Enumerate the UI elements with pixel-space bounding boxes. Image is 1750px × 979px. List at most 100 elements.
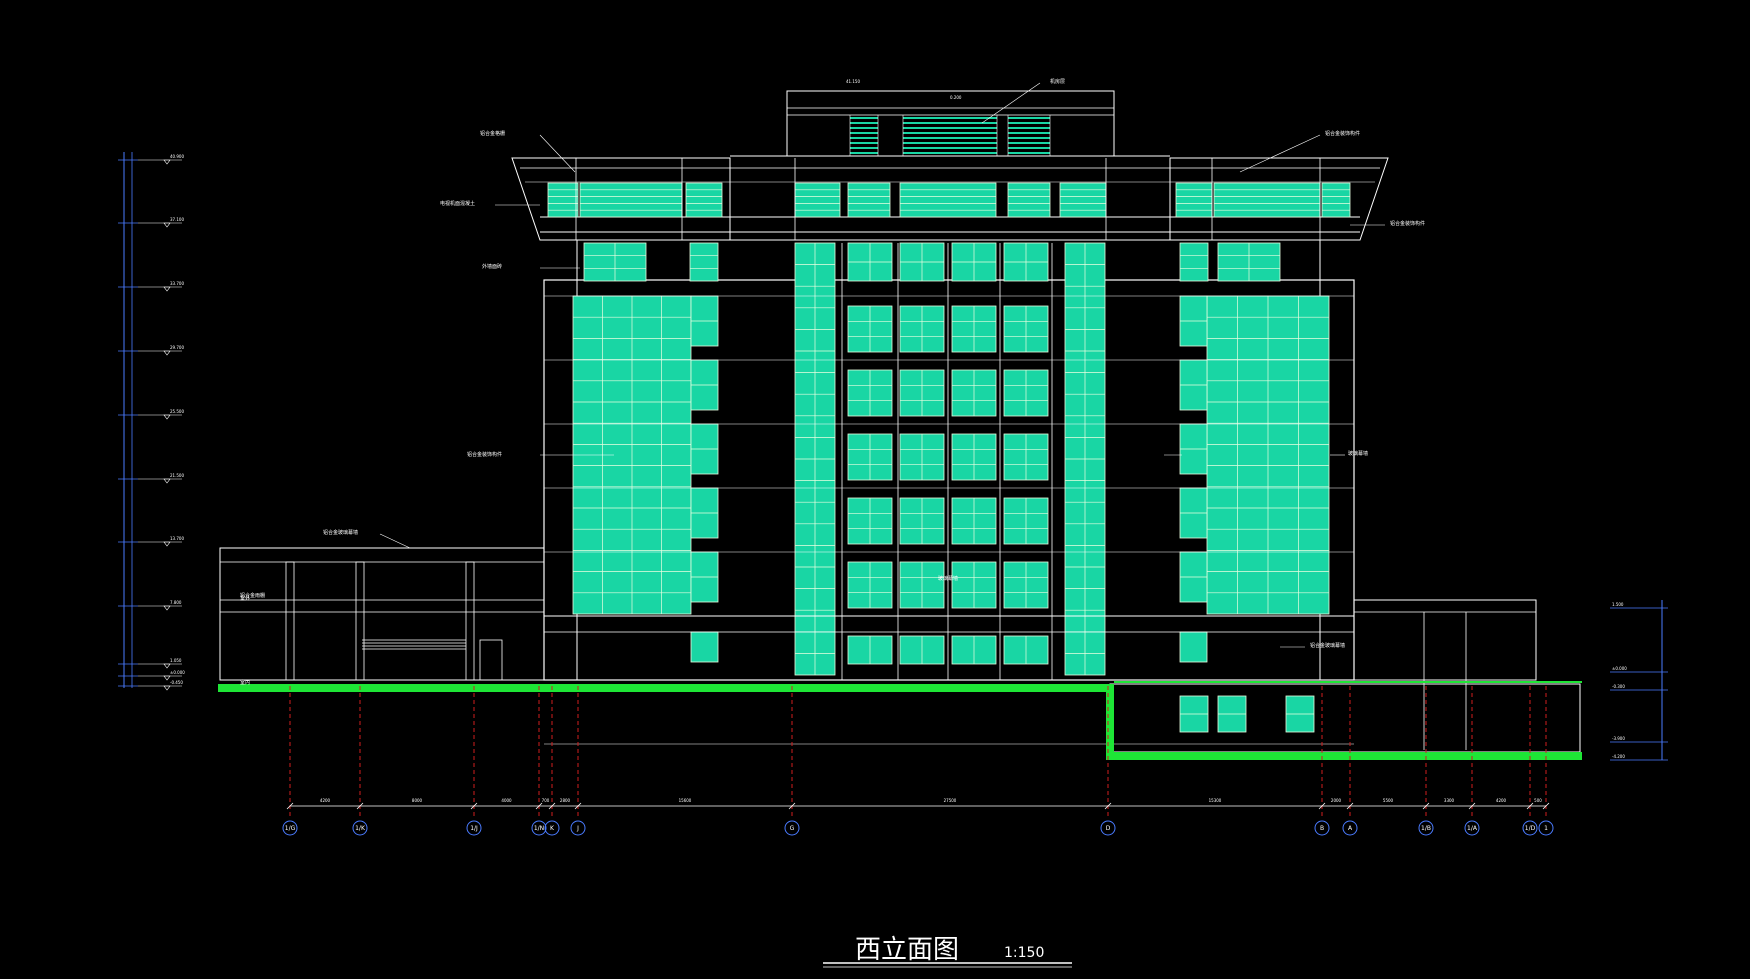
dimension-value: 500	[1534, 798, 1542, 803]
elevation-value: ±0.000	[170, 670, 185, 675]
annotation-left: 电视机面混凝土	[440, 200, 475, 207]
dimension-value: 3300	[1444, 798, 1455, 803]
axis-label: 1/B	[1421, 825, 1431, 832]
podium-column	[465, 561, 475, 681]
annotation-top: 机房层	[1050, 78, 1065, 85]
cad-drawing-canvas: 1/G 1/K 1/J 1/N K J G D B A 1/B 1/A 1/D 1 4200 8000 400…	[118, 78, 1668, 968]
axis-label: A	[1348, 825, 1353, 832]
annotation-floor: 室外	[240, 595, 250, 602]
elevation-value: 25.500	[170, 409, 184, 414]
dimension-value: 27500	[944, 798, 957, 803]
elevation-value: 13.700	[170, 536, 184, 541]
dimension-value: 15600	[679, 798, 692, 803]
elevation-marker	[163, 222, 171, 228]
ground-slab-basement	[1106, 752, 1582, 760]
elevation-value: 37.100	[170, 217, 184, 222]
upper-strip-glass	[1179, 242, 1209, 282]
dimension-value: 4200	[1496, 798, 1507, 803]
elevation-marker	[163, 685, 171, 691]
elevation-value: 33.700	[170, 281, 184, 286]
elevation-marker	[163, 663, 171, 669]
axis-label: 1/G	[285, 825, 296, 832]
grid-axes: 1/G 1/K 1/J 1/N K J G D B A 1/B 1/A 1/D 1	[282, 686, 1554, 836]
elevation-value: -0.300	[1612, 684, 1625, 689]
elevation-marker	[163, 541, 171, 547]
elevation-marker	[163, 350, 171, 356]
elevation-value: -4.200	[1612, 754, 1625, 759]
elevation-value: ±0.000	[1612, 666, 1627, 671]
leader-line	[379, 533, 411, 549]
axis-label: 1/D	[1525, 825, 1536, 832]
dimension-value: 2800	[560, 798, 571, 803]
top-louver-glass	[1321, 182, 1351, 218]
top-louver-glass	[794, 182, 841, 218]
dimension-value: 4000	[501, 798, 512, 803]
top-louver-glass	[899, 182, 997, 218]
leader-line	[1239, 134, 1321, 173]
annotation-top: 0.200	[950, 95, 962, 100]
elevation-value: -3.900	[1612, 736, 1625, 741]
building-elevation	[219, 90, 1581, 753]
axis-label: 1/N	[534, 825, 544, 832]
elevation-value: 7.800	[170, 600, 182, 605]
elevation-value: -0.450	[170, 680, 183, 685]
upper-strip-glass	[689, 242, 719, 282]
elevation-marker	[163, 414, 171, 420]
top-louver-glass	[1007, 182, 1051, 218]
podium-door	[479, 639, 503, 681]
dimension-value: 15300	[1209, 798, 1222, 803]
pier-window	[690, 631, 719, 663]
podium-column	[285, 561, 295, 681]
annotation-left: 铝合金玻璃幕墙	[323, 529, 358, 536]
axis-label: D	[1106, 825, 1111, 832]
ground-step	[1106, 684, 1114, 760]
elevation-marker	[163, 159, 171, 165]
annotation-top: 41.150	[846, 79, 860, 84]
dimension-value: 4200	[320, 798, 331, 803]
axis-label: K	[550, 825, 555, 832]
axis-label: 1	[1544, 825, 1548, 832]
annotation-left: 外墙面砖	[482, 263, 502, 270]
annotation-left: 铝合金格栅	[480, 130, 505, 137]
top-louver-glass	[547, 182, 579, 218]
left-podium-outline	[219, 547, 545, 681]
top-louver-glass	[847, 182, 891, 218]
pier-window	[1179, 631, 1208, 663]
dimension-value: 2000	[1331, 798, 1342, 803]
ground-line	[218, 681, 1582, 760]
annotation-right: 铝合金装饰构件	[1390, 220, 1425, 227]
axis-label: 1/J	[470, 825, 478, 832]
elevation-value: 29.700	[170, 345, 184, 350]
top-louver-glass	[579, 182, 683, 218]
axis-label: 1/A	[1467, 825, 1478, 832]
podium-column	[355, 561, 365, 681]
annotation-center: 玻璃幕墙	[938, 575, 958, 582]
axis-label: G	[790, 825, 795, 832]
annotation-right: 玻璃幕墙	[1348, 450, 1368, 457]
ground-slab-left	[218, 684, 1106, 692]
axis-label: J	[576, 825, 579, 832]
top-louver-glass	[1059, 182, 1107, 218]
elevation-marker	[163, 286, 171, 292]
title-block: 西立面图 1:150	[823, 935, 1072, 968]
dimension-chains: 4200 8000 4000 700 2800 15600 27500 15300 2000 55…	[118, 152, 1668, 810]
annotation-right: 铝合金装饰构件	[1325, 130, 1360, 137]
dimension-value: 8000	[412, 798, 423, 803]
leader-line	[539, 134, 576, 173]
annotation-floor: 室内	[240, 679, 250, 686]
drawing-title: 西立面图	[855, 935, 959, 965]
elevation-value: 1.500	[1612, 602, 1624, 607]
top-louver-glass	[1213, 182, 1321, 218]
drawing-scale: 1:150	[1004, 945, 1044, 961]
axis-label: B	[1320, 825, 1324, 832]
elevation-value: 21.500	[170, 473, 184, 478]
elevation-marker	[163, 605, 171, 611]
dimension-value: 5500	[1383, 798, 1394, 803]
elevation-value: 40.900	[170, 154, 184, 159]
annotation-left: 铝合金装饰构件	[467, 451, 502, 458]
axis-label: 1/K	[355, 825, 366, 832]
annotation-right: 铝合金玻璃幕墙	[1310, 642, 1345, 649]
top-louver-glass	[685, 182, 723, 218]
elevation-value: 1.050	[170, 658, 182, 663]
top-louver-glass	[1175, 182, 1213, 218]
